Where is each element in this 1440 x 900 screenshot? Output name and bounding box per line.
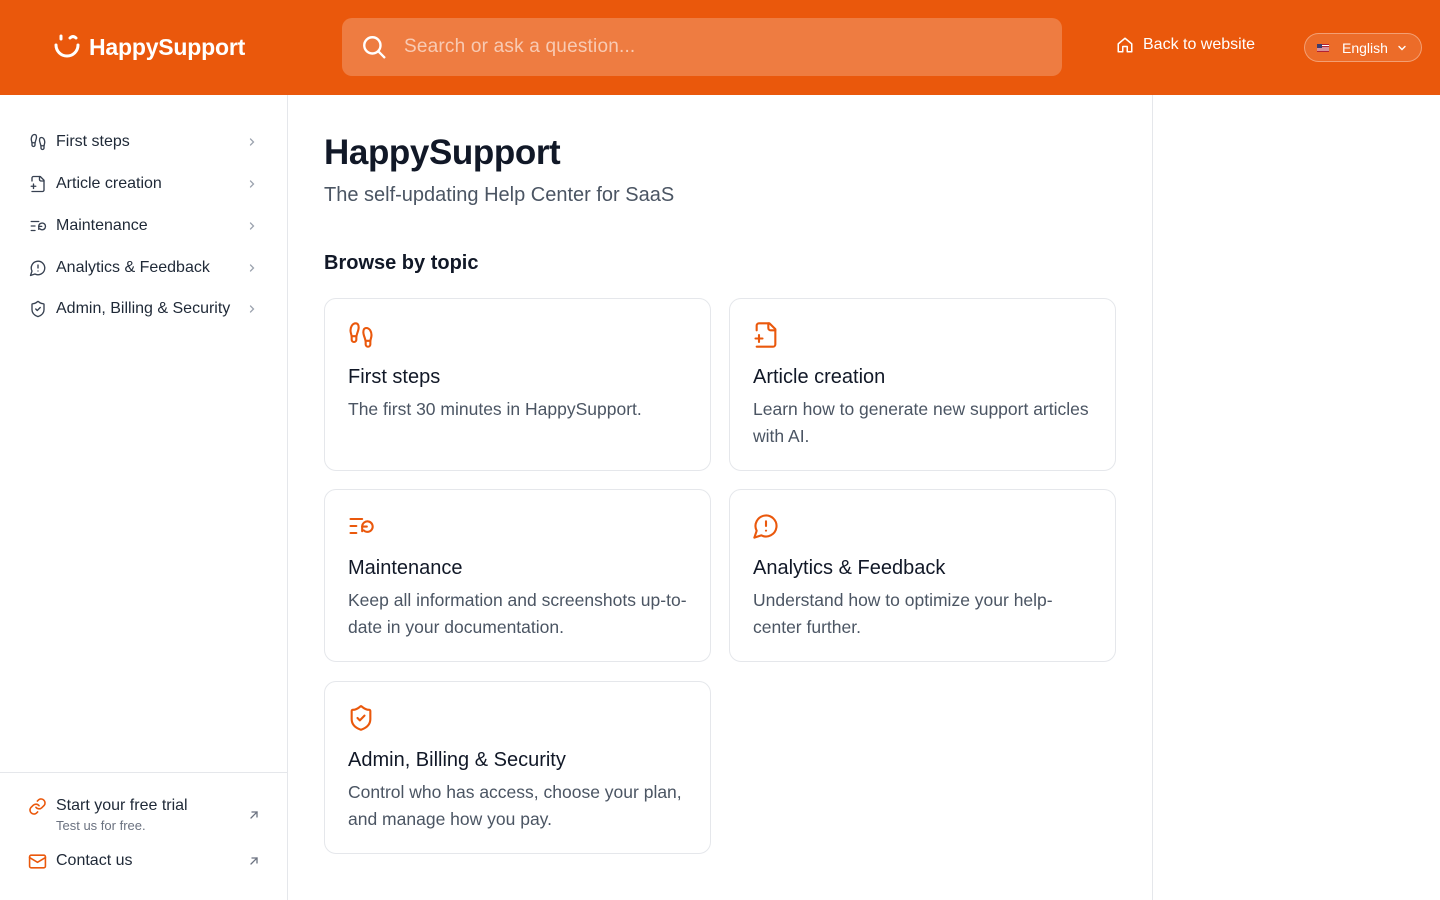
sidebar-footer: Start your free trial Test us for free. … <box>0 772 287 900</box>
link-icon <box>28 797 48 817</box>
list-refresh-icon <box>28 216 48 236</box>
shield-check-icon <box>347 704 377 734</box>
card-description: Understand how to optimize your help-cen… <box>753 590 1053 637</box>
file-plus-icon <box>28 174 48 194</box>
start-free-trial-link[interactable]: Start your free trial Test us for free. <box>28 796 264 835</box>
sidebar-item-label: Analytics & Feedback <box>56 259 210 276</box>
chevron-down-icon <box>1398 45 1406 50</box>
search-icon <box>363 36 386 59</box>
page-subtitle: The self-updating Help Center for SaaS <box>324 184 675 206</box>
card-title: Maintenance <box>348 557 463 579</box>
external-arrow-icon <box>250 811 258 819</box>
trial-title: Start your free trial <box>56 797 188 814</box>
external-arrow-icon <box>250 857 258 865</box>
card-title: First steps <box>348 366 441 388</box>
card-description: Learn how to generate new support articl… <box>753 399 1089 446</box>
right-column-divider <box>1152 95 1153 900</box>
smile-logo-icon <box>54 34 80 58</box>
mail-icon <box>28 852 48 872</box>
sidebar-item-maintenance[interactable]: Maintenance <box>28 208 264 244</box>
card-description: Control who has access, choose your plan… <box>348 782 682 829</box>
topic-card-article-creation[interactable]: Article creation Learn how to generate n… <box>729 298 1116 471</box>
chevron-right-icon <box>249 222 255 230</box>
top-header: HappySupport Back to website English <box>0 0 1440 95</box>
message-alert-icon <box>752 512 782 542</box>
topic-card-admin-billing-security[interactable]: Admin, Billing & Security Control who ha… <box>324 681 711 854</box>
us-flag-icon <box>1317 43 1329 52</box>
page-title: HappySupport <box>324 133 561 172</box>
language-label: English <box>1342 39 1388 56</box>
card-description: Keep all information and screenshots up-… <box>348 590 687 637</box>
shield-check-icon <box>28 299 48 319</box>
sidebar-item-admin-billing-security[interactable]: Admin, Billing & Security <box>28 291 264 327</box>
back-to-website-link[interactable]: Back to website <box>1116 36 1255 54</box>
brand-logo[interactable]: HappySupport <box>52 32 245 62</box>
message-alert-icon <box>28 258 48 278</box>
contact-us-link[interactable]: Contact us <box>28 851 264 872</box>
chevron-right-icon <box>249 138 255 146</box>
language-selector[interactable]: English <box>1304 33 1422 62</box>
topic-card-maintenance[interactable]: Maintenance Keep all information and scr… <box>324 489 711 662</box>
chevron-right-icon <box>249 180 255 188</box>
topic-card-first-steps[interactable]: First steps The first 30 minutes in Happ… <box>324 298 711 471</box>
contact-label: Contact us <box>56 852 133 869</box>
sidebar-item-label: Article creation <box>56 175 162 192</box>
topic-card-analytics-feedback[interactable]: Analytics & Feedback Understand how to o… <box>729 489 1116 662</box>
card-description: The first 30 minutes in HappySupport. <box>348 399 642 419</box>
footprints-icon <box>28 132 48 152</box>
sidebar-item-first-steps[interactable]: First steps <box>28 124 264 160</box>
sidebar-item-label: Maintenance <box>56 217 148 234</box>
chevron-right-icon <box>249 305 255 313</box>
sidebar-item-label: Admin, Billing & Security <box>56 300 231 317</box>
brand-name: HappySupport <box>89 33 246 60</box>
main-content: HappySupport The self-updating Help Cent… <box>288 95 1152 900</box>
sidebar-item-analytics-feedback[interactable]: Analytics & Feedback <box>28 250 264 286</box>
section-title: Browse by topic <box>324 252 479 274</box>
home-icon <box>1117 37 1133 53</box>
card-title: Admin, Billing & Security <box>348 749 566 771</box>
card-title: Analytics & Feedback <box>753 557 946 579</box>
sidebar: First steps Article creation Maintenance <box>0 95 288 900</box>
chevron-right-icon <box>249 264 255 272</box>
footprints-icon <box>347 321 377 351</box>
search-bar[interactable] <box>342 18 1062 76</box>
trial-subtitle: Test us for free. <box>56 818 146 833</box>
card-title: Article creation <box>753 366 886 388</box>
sidebar-item-label: First steps <box>56 133 130 150</box>
file-plus-icon <box>752 321 782 351</box>
sidebar-item-article-creation[interactable]: Article creation <box>28 166 264 202</box>
search-input[interactable] <box>404 36 1024 58</box>
list-refresh-icon <box>347 512 377 542</box>
back-link-label: Back to website <box>1143 36 1256 53</box>
